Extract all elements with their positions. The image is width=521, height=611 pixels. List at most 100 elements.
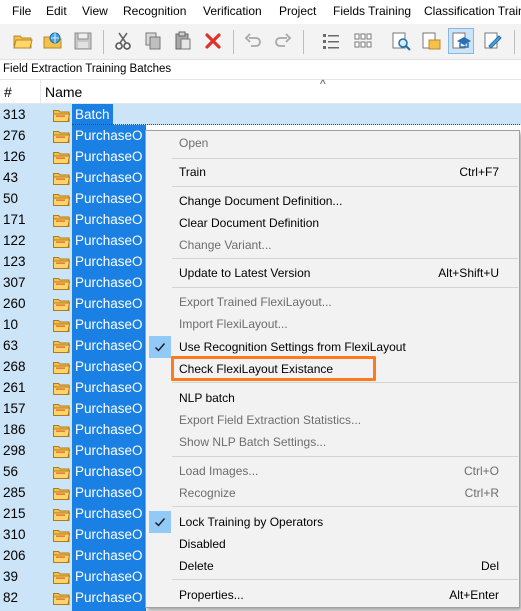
training-batch-icon[interactable] — [448, 28, 474, 54]
menu-separator — [172, 456, 518, 457]
menu-separator — [172, 158, 518, 159]
row-name[interactable]: PurchaseO — [72, 482, 146, 503]
menu-item-shortcut: Alt+Shift+U — [438, 266, 499, 280]
row-number: 186 — [3, 422, 26, 437]
row-name[interactable]: PurchaseO — [72, 356, 146, 377]
thumbnail-view-icon[interactable] — [350, 28, 376, 54]
menu-verification[interactable]: Verification — [203, 4, 262, 18]
row-name[interactable]: PurchaseO — [72, 398, 146, 419]
menu-item-disabled[interactable]: Disabled — [146, 533, 519, 555]
menu-item-properties[interactable]: Properties... Alt+Enter — [146, 584, 519, 606]
preview-document-icon[interactable] — [388, 28, 414, 54]
menu-item-delete[interactable]: Delete Del — [146, 555, 519, 577]
menu-item-shortcut: Alt+Enter — [449, 588, 499, 602]
row-name[interactable]: PurchaseO — [72, 167, 146, 188]
menu-item-train[interactable]: Train Ctrl+F7 — [146, 161, 519, 183]
toolbar — [0, 24, 521, 60]
row-name[interactable]: PurchaseO — [72, 335, 146, 356]
save-icon[interactable] — [70, 28, 96, 54]
menu-item-nlp-batch[interactable]: NLP batch — [146, 387, 519, 409]
menu-item-label: Properties... — [179, 588, 244, 602]
column-divider[interactable] — [40, 80, 41, 104]
paste-icon[interactable] — [170, 28, 196, 54]
list-view-icon[interactable] — [318, 28, 344, 54]
edit-document-icon[interactable] — [480, 28, 506, 54]
menu-recognition[interactable]: Recognition — [123, 4, 186, 18]
menu-file[interactable]: File — [12, 4, 31, 18]
menu-item-show-nlp-batch-settings[interactable]: Show NLP Batch Settings... — [146, 431, 519, 453]
menu-item-shortcut: Ctrl+R — [464, 486, 499, 500]
folder-icon — [53, 550, 71, 563]
row-name[interactable]: PurchaseO — [72, 461, 146, 482]
toolbar-separator — [514, 30, 515, 54]
row-name[interactable]: PurchaseO — [72, 419, 146, 440]
row-name[interactable]: PurchaseO — [72, 125, 146, 146]
row-name[interactable]: PurchaseO — [72, 188, 146, 209]
menu-item-update-to-latest-version[interactable]: Update to Latest Version Alt+Shift+U — [146, 262, 519, 284]
row-number: 39 — [3, 569, 19, 584]
row-name[interactable]: PurchaseO — [72, 440, 146, 461]
folder-icon — [53, 382, 71, 395]
menu-edit[interactable]: Edit — [46, 4, 67, 18]
row-name[interactable]: PurchaseO — [72, 503, 146, 524]
row-name[interactable]: PurchaseO — [72, 209, 146, 230]
row-name[interactable]: PurchaseO — [72, 293, 146, 314]
folder-icon — [53, 445, 71, 458]
menu-item-label: Export Field Extraction Statistics... — [179, 413, 362, 427]
open-web-folder-icon[interactable] — [40, 28, 66, 54]
folder-icon — [53, 319, 71, 332]
open-folder-icon[interactable] — [10, 28, 36, 54]
row-number: 307 — [3, 275, 26, 290]
menu-separator — [172, 258, 518, 259]
undo-icon[interactable] — [240, 28, 266, 54]
context-menu: Open Train Ctrl+F7 Change Document Definiti… — [145, 130, 520, 608]
menu-item-change-variant[interactable]: Change Variant... — [146, 234, 519, 256]
menu-item-label: Train — [179, 165, 206, 179]
row-name[interactable]: PurchaseO — [72, 251, 146, 272]
row-name[interactable]: Batch — [72, 104, 113, 125]
row-name[interactable]: PurchaseO — [72, 314, 146, 335]
delete-icon[interactable] — [200, 28, 226, 54]
folder-icon — [53, 361, 71, 374]
column-header-name[interactable]: Name — [45, 84, 82, 100]
copy-icon[interactable] — [140, 28, 166, 54]
document-settings-icon[interactable] — [418, 28, 444, 54]
menu-item-recognize[interactable]: Recognize Ctrl+R — [146, 482, 519, 504]
row-name[interactable]: PurchaseO — [72, 272, 146, 293]
menu-project[interactable]: Project — [279, 4, 316, 18]
cut-icon[interactable] — [110, 28, 136, 54]
folder-icon — [53, 109, 71, 122]
menu-item-export-field-extraction-statistics[interactable]: Export Field Extraction Statistics... — [146, 409, 519, 431]
row-number: 122 — [3, 233, 26, 248]
menu-item-lock-training-by-operators[interactable]: Lock Training by Operators — [146, 511, 519, 533]
row-name[interactable]: PurchaseO — [72, 146, 146, 167]
menu-item-clear-document-definition[interactable]: Clear Document Definition — [146, 212, 519, 234]
row-name[interactable]: PurchaseO — [72, 545, 146, 566]
row-number: 261 — [3, 380, 26, 395]
row-name[interactable]: PurchaseO — [72, 587, 146, 608]
menu-fields-training[interactable]: Fields Training — [333, 4, 411, 18]
row-name[interactable]: PurchaseO — [72, 377, 146, 398]
menu-item-use-recognition-settings[interactable]: Use Recognition Settings from FlexiLayou… — [146, 336, 519, 358]
row-number: 56 — [3, 464, 19, 479]
row-name[interactable]: PurchaseO — [72, 230, 146, 251]
column-header-number[interactable]: # — [4, 84, 12, 100]
row-name[interactable]: PurchaseO — [72, 524, 146, 545]
row-number: 126 — [3, 149, 26, 164]
folder-icon — [53, 424, 71, 437]
menu-item-export-trained-flexilayout[interactable]: Export Trained FlexiLayout... — [146, 291, 519, 313]
menu-item-load-images[interactable]: Load Images... Ctrl+O — [146, 460, 519, 482]
row-name[interactable]: PurchaseO — [72, 566, 146, 587]
redo-icon[interactable] — [270, 28, 296, 54]
menu-item-shortcut: Ctrl+O — [463, 464, 499, 478]
table-row[interactable]: 313 Batch — [0, 104, 521, 125]
row-number: 276 — [3, 128, 26, 143]
folder-icon — [53, 235, 71, 248]
folder-icon — [53, 214, 71, 227]
menu-item-import-flexilayout[interactable]: Import FlexiLayout... — [146, 313, 519, 335]
menu-classification-training[interactable]: Classification Train — [424, 4, 521, 18]
menu-item-change-document-definition[interactable]: Change Document Definition... — [146, 190, 519, 212]
menu-item-open[interactable]: Open — [146, 132, 519, 154]
checkmark-icon — [149, 511, 171, 533]
menu-view[interactable]: View — [82, 4, 108, 18]
